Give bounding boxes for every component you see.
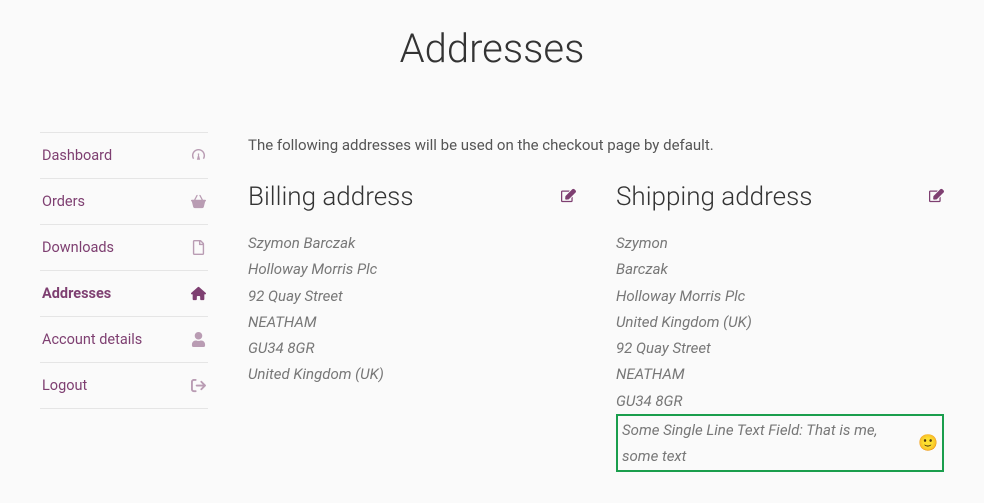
basket-icon [191, 194, 206, 209]
address-line: Holloway Morris Plc [248, 256, 576, 282]
address-line: Szymon Barczak [248, 230, 576, 256]
address-line: Szymon [616, 230, 944, 256]
address-line: NEATHAM [616, 361, 944, 387]
sidebar-item-logout[interactable]: Logout [40, 362, 208, 409]
dashboard-icon [191, 148, 206, 163]
sidebar-item-dashboard[interactable]: Dashboard [40, 132, 208, 178]
signout-icon [191, 378, 206, 393]
address-line: Barczak [616, 256, 944, 282]
shipping-address-title: Shipping address [616, 182, 812, 212]
sidebar-item-account-details[interactable]: Account details [40, 316, 208, 362]
edit-billing-button[interactable] [561, 188, 576, 207]
address-line: GU34 8GR [248, 335, 576, 361]
user-icon [191, 332, 206, 347]
shipping-address-body: Szymon Barczak Holloway Morris Plc Unite… [616, 230, 944, 472]
edit-icon [929, 188, 944, 207]
address-line: 92 Quay Street [248, 283, 576, 309]
sidebar-item-label: Downloads [42, 239, 114, 256]
address-line: United Kingdom (UK) [616, 309, 944, 335]
home-icon [191, 286, 206, 301]
sidebar-item-downloads[interactable]: Downloads [40, 224, 208, 270]
smile-emoji: 🙂 [918, 429, 938, 457]
intro-text: The following addresses will be used on … [248, 136, 944, 154]
sidebar-item-label: Logout [42, 377, 87, 394]
sidebar-item-orders[interactable]: Orders [40, 178, 208, 224]
address-line: GU34 8GR [616, 388, 944, 414]
sidebar-item-label: Addresses [42, 285, 111, 302]
page-title: Addresses [0, 0, 984, 132]
main-content: The following addresses will be used on … [208, 132, 944, 472]
address-line: NEATHAM [248, 309, 576, 335]
billing-address-column: Billing address Szymon Barczak Holloway … [248, 182, 576, 472]
billing-address-title: Billing address [248, 182, 414, 212]
custom-field-highlight: Some Single Line Text Field: That is me,… [616, 414, 944, 473]
billing-address-body: Szymon Barczak Holloway Morris Plc 92 Qu… [248, 230, 576, 388]
custom-field-text: Some Single Line Text Field: That is me,… [622, 417, 912, 470]
account-sidebar: Dashboard Orders Downloads Addresses Acc [40, 132, 208, 472]
sidebar-item-label: Dashboard [42, 147, 112, 164]
address-line: United Kingdom (UK) [248, 361, 576, 387]
sidebar-item-label: Orders [42, 193, 85, 210]
sidebar-item-label: Account details [42, 331, 142, 348]
edit-shipping-button[interactable] [929, 188, 944, 207]
address-line: 92 Quay Street [616, 335, 944, 361]
file-icon [191, 240, 206, 255]
shipping-address-column: Shipping address Szymon Barczak Holloway… [616, 182, 944, 472]
sidebar-item-addresses[interactable]: Addresses [40, 270, 208, 316]
address-line: Holloway Morris Plc [616, 283, 944, 309]
edit-icon [561, 188, 576, 207]
